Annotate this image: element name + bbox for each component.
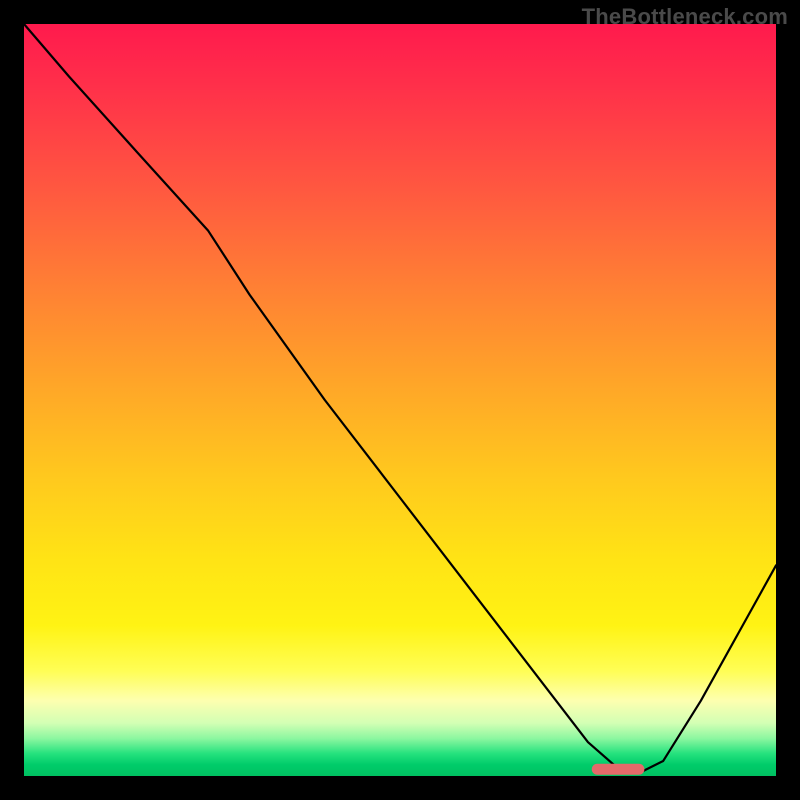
plot-area [24, 24, 776, 776]
bottleneck-curve [24, 24, 776, 772]
chart-overlay-svg [24, 24, 776, 776]
chart-frame [24, 24, 776, 776]
optimal-range-marker [592, 764, 645, 775]
watermark-text: TheBottleneck.com [582, 4, 788, 30]
